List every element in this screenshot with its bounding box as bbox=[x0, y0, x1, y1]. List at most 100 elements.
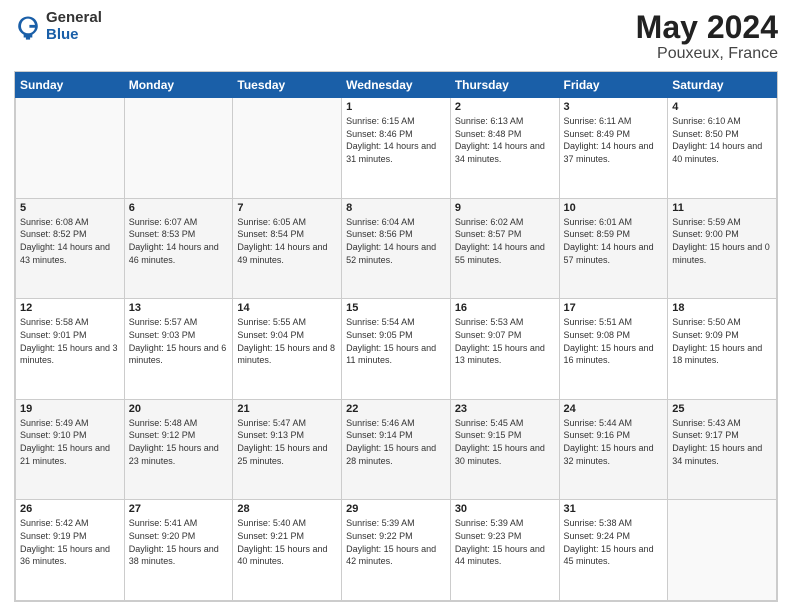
day-info: Sunrise: 5:39 AM Sunset: 9:22 PM Dayligh… bbox=[346, 517, 446, 567]
calendar: Sunday Monday Tuesday Wednesday Thursday… bbox=[14, 71, 778, 602]
day-cell: 26 Sunrise: 5:42 AM Sunset: 9:19 PM Dayli… bbox=[16, 500, 125, 601]
day-info: Sunrise: 5:42 AM Sunset: 9:19 PM Dayligh… bbox=[20, 517, 120, 567]
day-cell: 9 Sunrise: 6:02 AM Sunset: 8:57 PM Daylig… bbox=[450, 198, 559, 299]
day-number: 20 bbox=[129, 403, 229, 415]
day-number: 8 bbox=[346, 202, 446, 214]
day-cell: 8 Sunrise: 6:04 AM Sunset: 8:56 PM Daylig… bbox=[342, 198, 451, 299]
day-number: 3 bbox=[564, 101, 664, 113]
day-cell: 27 Sunrise: 5:41 AM Sunset: 9:20 PM Dayli… bbox=[124, 500, 233, 601]
day-info: Sunrise: 6:07 AM Sunset: 8:53 PM Dayligh… bbox=[129, 216, 229, 266]
day-info: Sunrise: 6:10 AM Sunset: 8:50 PM Dayligh… bbox=[672, 115, 772, 165]
day-cell: 18Sunrise: 5:50 AM Sunset: 9:09 PM Dayli… bbox=[668, 299, 777, 400]
week-row-4: 26 Sunrise: 5:42 AM Sunset: 9:19 PM Dayli… bbox=[16, 500, 777, 601]
day-info: Sunrise: 6:02 AM Sunset: 8:57 PM Dayligh… bbox=[455, 216, 555, 266]
week-row-2: 12 Sunrise: 5:58 AM Sunset: 9:01 PM Dayli… bbox=[16, 299, 777, 400]
calendar-header-row: Sunday Monday Tuesday Wednesday Thursday… bbox=[16, 73, 777, 98]
header-sunday: Sunday bbox=[16, 73, 125, 98]
day-cell: 13 Sunrise: 5:57 AM Sunset: 9:03 PM Dayli… bbox=[124, 299, 233, 400]
day-number: 15 bbox=[346, 302, 446, 314]
day-number: 28 bbox=[237, 503, 337, 515]
week-row-0: 1 Sunrise: 6:15 AM Sunset: 8:46 PM Daylig… bbox=[16, 98, 777, 199]
day-number: 30 bbox=[455, 503, 555, 515]
day-cell: 22 Sunrise: 5:46 AM Sunset: 9:14 PM Dayli… bbox=[342, 399, 451, 500]
logo-general: General bbox=[46, 10, 102, 27]
header-tuesday: Tuesday bbox=[233, 73, 342, 98]
day-info: Sunrise: 6:13 AM Sunset: 8:48 PM Dayligh… bbox=[455, 115, 555, 165]
day-info: Sunrise: 6:04 AM Sunset: 8:56 PM Dayligh… bbox=[346, 216, 446, 266]
day-info: Sunrise: 6:01 AM Sunset: 8:59 PM Dayligh… bbox=[564, 216, 664, 266]
day-cell: 28Sunrise: 5:40 AM Sunset: 9:21 PM Dayli… bbox=[233, 500, 342, 601]
day-cell: 24 Sunrise: 5:44 AM Sunset: 9:16 PM Dayli… bbox=[559, 399, 668, 500]
logo: General Blue bbox=[14, 10, 102, 43]
header-thursday: Thursday bbox=[450, 73, 559, 98]
day-cell: 31 Sunrise: 5:38 AM Sunset: 9:24 PM Dayli… bbox=[559, 500, 668, 601]
week-row-1: 5Sunrise: 6:08 AM Sunset: 8:52 PM Daylig… bbox=[16, 198, 777, 299]
day-info: Sunrise: 5:55 AM Sunset: 9:04 PM Dayligh… bbox=[237, 316, 337, 366]
day-cell: 16 Sunrise: 5:53 AM Sunset: 9:07 PM Dayli… bbox=[450, 299, 559, 400]
day-number: 5 bbox=[20, 202, 120, 214]
day-info: Sunrise: 5:54 AM Sunset: 9:05 PM Dayligh… bbox=[346, 316, 446, 366]
day-cell bbox=[124, 98, 233, 199]
day-number: 2 bbox=[455, 101, 555, 113]
day-info: Sunrise: 5:44 AM Sunset: 9:16 PM Dayligh… bbox=[564, 417, 664, 467]
day-number: 1 bbox=[346, 101, 446, 113]
day-info: Sunrise: 5:46 AM Sunset: 9:14 PM Dayligh… bbox=[346, 417, 446, 467]
day-info: Sunrise: 5:45 AM Sunset: 9:15 PM Dayligh… bbox=[455, 417, 555, 467]
day-cell: 4 Sunrise: 6:10 AM Sunset: 8:50 PM Daylig… bbox=[668, 98, 777, 199]
day-info: Sunrise: 5:47 AM Sunset: 9:13 PM Dayligh… bbox=[237, 417, 337, 467]
week-row-3: 19 Sunrise: 5:49 AM Sunset: 9:10 PM Dayli… bbox=[16, 399, 777, 500]
day-cell: 3 Sunrise: 6:11 AM Sunset: 8:49 PM Daylig… bbox=[559, 98, 668, 199]
day-number: 18 bbox=[672, 302, 772, 314]
header-saturday: Saturday bbox=[668, 73, 777, 98]
day-cell: 25Sunrise: 5:43 AM Sunset: 9:17 PM Dayli… bbox=[668, 399, 777, 500]
day-number: 6 bbox=[129, 202, 229, 214]
day-number: 16 bbox=[455, 302, 555, 314]
logo-blue: Blue bbox=[46, 27, 102, 44]
header-wednesday: Wednesday bbox=[342, 73, 451, 98]
header-monday: Monday bbox=[124, 73, 233, 98]
header-friday: Friday bbox=[559, 73, 668, 98]
day-cell: 14Sunrise: 5:55 AM Sunset: 9:04 PM Dayli… bbox=[233, 299, 342, 400]
day-cell: 7Sunrise: 6:05 AM Sunset: 8:54 PM Daylig… bbox=[233, 198, 342, 299]
day-cell bbox=[16, 98, 125, 199]
title-block: May 2024 Pouxeux, France bbox=[636, 10, 778, 63]
day-cell: 12 Sunrise: 5:58 AM Sunset: 9:01 PM Dayli… bbox=[16, 299, 125, 400]
day-cell: 2 Sunrise: 6:13 AM Sunset: 8:48 PM Daylig… bbox=[450, 98, 559, 199]
day-number: 19 bbox=[20, 403, 120, 415]
day-info: Sunrise: 5:58 AM Sunset: 9:01 PM Dayligh… bbox=[20, 316, 120, 366]
day-info: Sunrise: 5:59 AM Sunset: 9:00 PM Dayligh… bbox=[672, 216, 772, 266]
day-number: 31 bbox=[564, 503, 664, 515]
day-info: Sunrise: 6:11 AM Sunset: 8:49 PM Dayligh… bbox=[564, 115, 664, 165]
page: General Blue May 2024 Pouxeux, France Su… bbox=[0, 0, 792, 612]
day-number: 12 bbox=[20, 302, 120, 314]
day-cell: 6 Sunrise: 6:07 AM Sunset: 8:53 PM Daylig… bbox=[124, 198, 233, 299]
day-number: 26 bbox=[20, 503, 120, 515]
day-cell: 11 Sunrise: 5:59 AM Sunset: 9:00 PM Dayli… bbox=[668, 198, 777, 299]
day-number: 27 bbox=[129, 503, 229, 515]
subtitle: Pouxeux, France bbox=[636, 45, 778, 63]
day-cell: 5Sunrise: 6:08 AM Sunset: 8:52 PM Daylig… bbox=[16, 198, 125, 299]
day-info: Sunrise: 5:53 AM Sunset: 9:07 PM Dayligh… bbox=[455, 316, 555, 366]
day-cell: 21Sunrise: 5:47 AM Sunset: 9:13 PM Dayli… bbox=[233, 399, 342, 500]
day-number: 29 bbox=[346, 503, 446, 515]
day-info: Sunrise: 5:51 AM Sunset: 9:08 PM Dayligh… bbox=[564, 316, 664, 366]
day-info: Sunrise: 5:38 AM Sunset: 9:24 PM Dayligh… bbox=[564, 517, 664, 567]
day-number: 13 bbox=[129, 302, 229, 314]
day-cell: 20Sunrise: 5:48 AM Sunset: 9:12 PM Dayli… bbox=[124, 399, 233, 500]
day-info: Sunrise: 5:49 AM Sunset: 9:10 PM Dayligh… bbox=[20, 417, 120, 467]
day-cell: 19 Sunrise: 5:49 AM Sunset: 9:10 PM Dayli… bbox=[16, 399, 125, 500]
day-info: Sunrise: 6:15 AM Sunset: 8:46 PM Dayligh… bbox=[346, 115, 446, 165]
day-info: Sunrise: 5:57 AM Sunset: 9:03 PM Dayligh… bbox=[129, 316, 229, 366]
day-cell: 17Sunrise: 5:51 AM Sunset: 9:08 PM Dayli… bbox=[559, 299, 668, 400]
main-title: May 2024 bbox=[636, 10, 778, 45]
day-number: 4 bbox=[672, 101, 772, 113]
day-number: 24 bbox=[564, 403, 664, 415]
header: General Blue May 2024 Pouxeux, France bbox=[14, 10, 778, 63]
calendar-table: Sunday Monday Tuesday Wednesday Thursday… bbox=[15, 72, 777, 601]
day-number: 11 bbox=[672, 202, 772, 214]
day-number: 9 bbox=[455, 202, 555, 214]
day-info: Sunrise: 5:43 AM Sunset: 9:17 PM Dayligh… bbox=[672, 417, 772, 467]
day-number: 22 bbox=[346, 403, 446, 415]
day-cell: 30Sunrise: 5:39 AM Sunset: 9:23 PM Dayli… bbox=[450, 500, 559, 601]
day-info: Sunrise: 5:41 AM Sunset: 9:20 PM Dayligh… bbox=[129, 517, 229, 567]
